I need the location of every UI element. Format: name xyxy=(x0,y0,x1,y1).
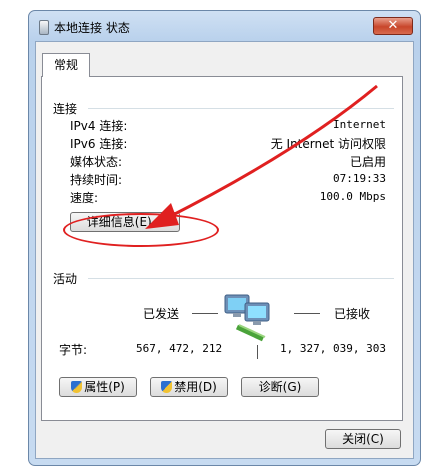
status-window: 本地连接 状态 ✕ 常规 连接 IPv4 连接: Internet IPv6 连… xyxy=(28,10,421,466)
tab-general[interactable]: 常规 xyxy=(42,53,90,77)
annotation-arrow xyxy=(145,84,378,229)
